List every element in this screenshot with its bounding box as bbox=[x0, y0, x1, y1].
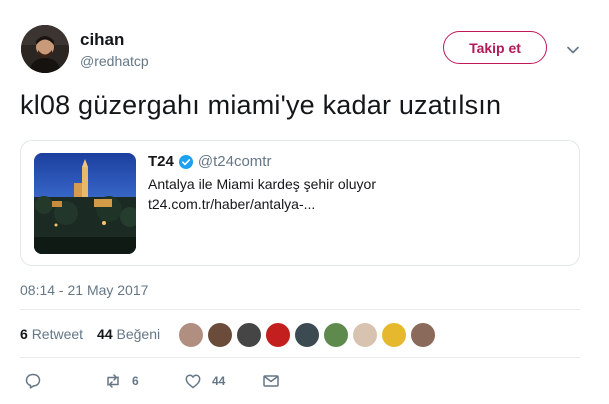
liker-avatar[interactable] bbox=[410, 322, 436, 348]
direct-message-button[interactable] bbox=[262, 372, 280, 390]
action-bar: 6 44 bbox=[24, 372, 324, 394]
retweet-stat-count: 6 bbox=[20, 326, 28, 342]
avatar-image bbox=[21, 25, 69, 73]
liker-avatar[interactable] bbox=[352, 322, 378, 348]
liker-avatars bbox=[178, 322, 436, 348]
card-url[interactable]: t24.com.tr/haber/antalya-... bbox=[148, 196, 315, 212]
heart-icon bbox=[185, 374, 201, 389]
reply-icon bbox=[25, 373, 41, 389]
mail-icon bbox=[263, 375, 279, 387]
like-stat[interactable]: 44 Beğeni bbox=[97, 326, 160, 342]
retweet-stat-label: Retweet bbox=[31, 326, 84, 342]
liker-avatar[interactable] bbox=[236, 322, 262, 348]
card-title[interactable]: T24 bbox=[148, 153, 174, 170]
card-thumbnail[interactable] bbox=[34, 153, 136, 254]
like-count: 44 bbox=[212, 374, 226, 388]
retweet-stat[interactable]: 6 Retweet bbox=[20, 326, 83, 342]
card-handle[interactable]: @t24comtr bbox=[198, 153, 272, 170]
reply-button[interactable] bbox=[24, 372, 42, 390]
follow-button[interactable]: Takip et bbox=[443, 31, 547, 64]
like-stat-label: Beğeni bbox=[116, 326, 161, 342]
retweet-count: 6 bbox=[132, 374, 139, 388]
divider bbox=[20, 309, 580, 310]
author-avatar[interactable] bbox=[21, 25, 69, 73]
engagement-stats: 6 Retweet 44 Beğeni bbox=[20, 326, 160, 342]
card-source: T24 @t24comtr bbox=[148, 153, 271, 170]
liker-avatar[interactable] bbox=[178, 322, 204, 348]
author-handle[interactable]: @redhatcp bbox=[80, 53, 149, 69]
author-name[interactable]: cihan bbox=[80, 30, 124, 50]
retweet-button[interactable]: 6 bbox=[104, 372, 139, 390]
retweet-icon bbox=[107, 374, 119, 388]
liker-avatar[interactable] bbox=[323, 322, 349, 348]
tweet-timestamp[interactable]: 08:14 - 21 May 2017 bbox=[20, 282, 148, 298]
liker-avatar[interactable] bbox=[207, 322, 233, 348]
liker-avatar[interactable] bbox=[265, 322, 291, 348]
like-button[interactable]: 44 bbox=[184, 372, 225, 390]
liker-avatar[interactable] bbox=[381, 322, 407, 348]
verified-badge-icon bbox=[178, 154, 194, 170]
divider bbox=[20, 357, 580, 358]
like-stat-count: 44 bbox=[97, 326, 113, 342]
liker-avatar[interactable] bbox=[294, 322, 320, 348]
tweet-text: kl08 güzergahı miami'ye kadar uzatılsın bbox=[20, 90, 502, 120]
card-description: Antalya ile Miami kardeş şehir oluyor bbox=[148, 176, 376, 192]
more-options-icon[interactable] bbox=[563, 40, 583, 60]
